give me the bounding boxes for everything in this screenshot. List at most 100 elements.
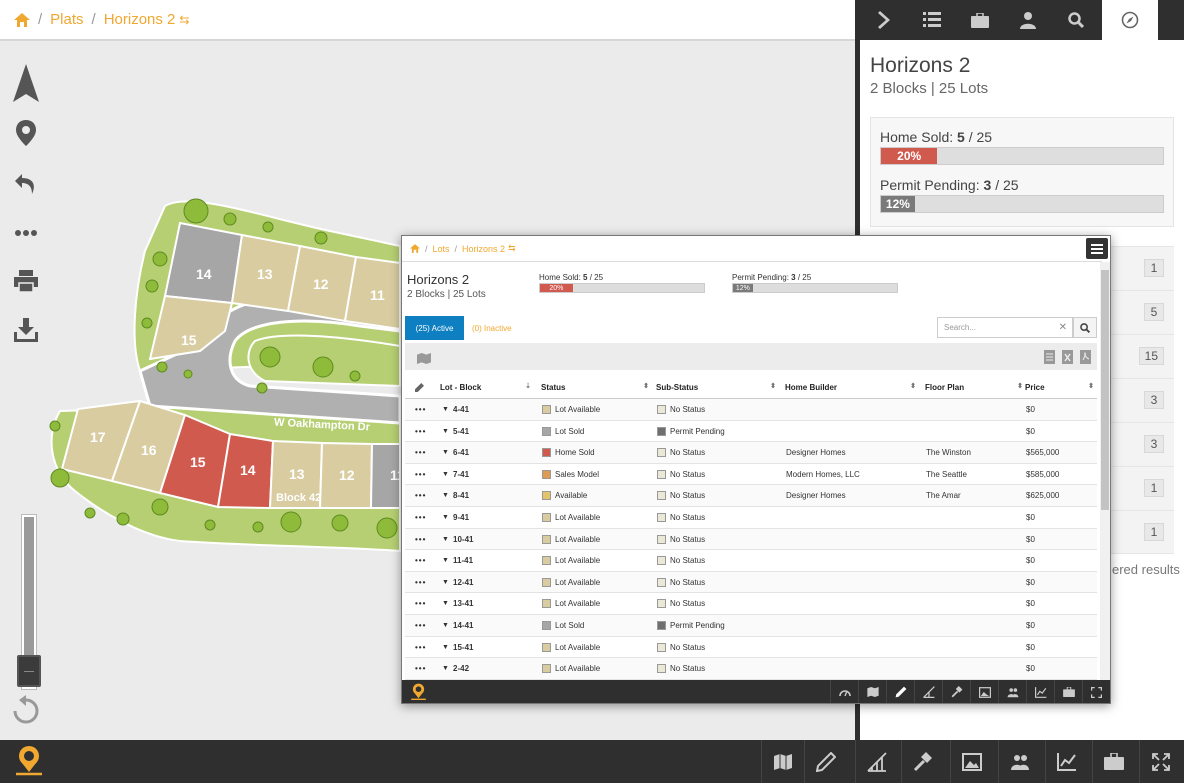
home-icon[interactable] (14, 12, 30, 27)
image-icon[interactable] (970, 680, 998, 703)
expand-caret-icon[interactable]: ▼ (442, 421, 449, 442)
lot-label[interactable]: 17 (90, 429, 106, 445)
expand-caret-icon[interactable]: ▼ (442, 442, 449, 463)
breadcrumb-current[interactable]: Horizons 2 (104, 11, 176, 28)
expand-caret-icon[interactable]: ▼ (442, 529, 449, 550)
table-row[interactable]: ••• ▼ 14-41 Lot Sold Permit Pending $0 (405, 614, 1097, 637)
column-sub-status[interactable]: Sub-Status ⬍ (656, 376, 778, 399)
expand-caret-icon[interactable]: ▼ (442, 658, 449, 679)
table-row[interactable]: ••• ▼ 4-41 Lot Available No Status $0 (405, 399, 1097, 421)
table-row[interactable]: ••• ▼ 9-41 Lot Available No Status $0 (405, 507, 1097, 529)
lot-block-cell[interactable]: 13-41 (453, 593, 473, 614)
pencil-ruler-icon[interactable] (804, 740, 847, 783)
column-price[interactable]: Price ⬍ (1025, 376, 1094, 399)
person-icon[interactable] (1004, 0, 1052, 40)
search-button[interactable] (1073, 317, 1097, 338)
table-row[interactable]: ••• ▼ 7-41 Sales Model No Status Modern Homes… (405, 464, 1097, 486)
row-actions-icon[interactable]: ••• (415, 637, 426, 658)
lot-block-cell[interactable]: 4-41 (453, 399, 469, 420)
people-icon[interactable] (998, 680, 1026, 703)
app-logo-icon[interactable] (14, 745, 44, 782)
app-logo-icon[interactable] (410, 683, 427, 703)
map-icon[interactable] (761, 740, 804, 783)
row-actions-icon[interactable]: ••• (415, 421, 426, 442)
column-home-builder[interactable]: Home Builder ⬍ (785, 376, 917, 399)
expand-caret-icon[interactable]: ▼ (442, 637, 449, 658)
sort-icon[interactable]: ⬍ (643, 382, 649, 390)
row-actions-icon[interactable]: ••• (415, 464, 426, 485)
row-actions-icon[interactable]: ••• (415, 615, 426, 636)
breadcrumb-plats-link[interactable]: Plats (50, 11, 83, 28)
compass-icon[interactable] (1102, 0, 1158, 40)
row-actions-icon[interactable]: ••• (415, 593, 426, 614)
undo-icon[interactable] (12, 170, 40, 198)
lot-label[interactable]: 15 (190, 454, 206, 470)
table-row[interactable]: ••• ▼ 11-41 Lot Available No Status $0 (405, 550, 1097, 572)
map-view-icon[interactable] (417, 351, 431, 369)
expand-caret-icon[interactable]: ▼ (442, 464, 449, 485)
hammer-icon[interactable] (901, 740, 944, 783)
table-row[interactable]: ••• ▼ 6-41 Home Sold No Status Designer Homes… (405, 442, 1097, 464)
expand-caret-icon[interactable]: ▼ (442, 550, 449, 571)
table-row[interactable]: ••• ▼ 8-41 Available No Status Designer Homes… (405, 485, 1097, 507)
image-icon[interactable] (950, 740, 993, 783)
expand-caret-icon[interactable]: ▼ (442, 572, 449, 593)
swap-icon[interactable]: ⇆ (508, 243, 516, 254)
download-icon[interactable] (12, 316, 40, 344)
export-csv-icon[interactable] (1044, 350, 1055, 369)
draw-area-icon[interactable] (914, 680, 942, 703)
row-actions-icon[interactable]: ••• (415, 485, 426, 506)
column-lot-block[interactable]: Lot - Block ⇣ (440, 376, 535, 399)
home-icon[interactable] (410, 244, 420, 253)
chart-icon[interactable] (1026, 680, 1054, 703)
tab-inactive-lots[interactable]: (0) Inactive (472, 316, 512, 340)
briefcase-icon[interactable] (956, 0, 1004, 40)
tab-active-lots[interactable]: (25) Active (405, 316, 464, 340)
expand-icon[interactable] (1139, 740, 1182, 783)
clear-search-icon[interactable]: ✕ (1059, 322, 1067, 333)
row-actions-icon[interactable]: ••• (415, 442, 426, 463)
pencil-ruler-icon[interactable] (886, 680, 914, 703)
expand-caret-icon[interactable]: ▼ (442, 507, 449, 528)
scrollbar[interactable] (1100, 262, 1110, 680)
sort-icon[interactable]: ⇣ (525, 382, 531, 390)
sort-icon[interactable]: ⬍ (910, 382, 916, 390)
table-row[interactable]: ••• ▼ 12-41 Lot Available No Status $0 (405, 571, 1097, 594)
lot-block-cell[interactable]: 7-41 (453, 464, 469, 485)
row-actions-icon[interactable]: ••• (415, 399, 426, 420)
lot-label[interactable]: 15 (181, 332, 197, 348)
search-input[interactable]: Search... ✕ (937, 317, 1073, 338)
lot-block-cell[interactable]: 2-42 (453, 658, 469, 679)
lot-block-cell[interactable]: 10-41 (453, 529, 473, 550)
lot-block-cell[interactable]: 15-41 (453, 637, 473, 658)
table-row[interactable]: ••• ▼ 5-41 Lot Sold Permit Pending $0 (405, 421, 1097, 443)
table-row[interactable]: ••• ▼ 10-41 Lot Available No Status $0 (405, 528, 1097, 551)
row-actions-icon[interactable]: ••• (415, 550, 426, 571)
scrollbar-thumb[interactable] (1101, 270, 1109, 510)
lot-block-cell[interactable]: 14-41 (453, 615, 473, 636)
print-icon[interactable] (12, 267, 40, 295)
sort-icon[interactable]: ⬍ (1017, 382, 1023, 390)
hammer-icon[interactable] (942, 680, 970, 703)
briefcase-icon[interactable] (1092, 740, 1135, 783)
more-dots-icon[interactable] (12, 219, 40, 247)
column-status[interactable]: Status ⬍ (541, 376, 653, 399)
reset-rotate-icon[interactable] (12, 695, 40, 724)
row-actions-icon[interactable]: ••• (415, 572, 426, 593)
lot-label[interactable]: 13 (289, 466, 305, 482)
expand-caret-icon[interactable]: ▼ (442, 593, 449, 614)
row-actions-icon[interactable]: ••• (415, 529, 426, 550)
lot-block-cell[interactable]: 5-41 (453, 421, 469, 442)
export-pdf-icon[interactable] (1080, 350, 1091, 369)
lot-label[interactable]: 12 (339, 467, 355, 483)
lot-block-cell[interactable]: 6-41 (453, 442, 469, 463)
lot-block-cell[interactable]: 9-41 (453, 507, 469, 528)
lot-label[interactable]: 14 (196, 266, 212, 282)
zoom-slider-handle[interactable] (17, 655, 41, 687)
lot-block-cell[interactable]: 12-41 (453, 572, 473, 593)
lot-block-cell[interactable]: 8-41 (453, 485, 469, 506)
briefcase-icon[interactable] (1054, 680, 1082, 703)
chevron-right-icon[interactable] (860, 0, 908, 40)
sort-icon[interactable]: ⬍ (770, 382, 776, 390)
lot-block-cell[interactable]: 11-41 (453, 550, 473, 571)
